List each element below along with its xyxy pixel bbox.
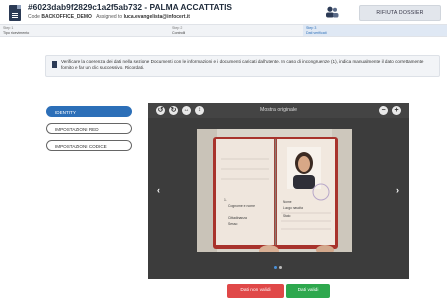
- valid-data-button[interactable]: Dati validi: [286, 284, 330, 298]
- step-2[interactable]: Step 2 Controlli: [172, 25, 292, 37]
- passport-left-line-1: 1.: [224, 198, 227, 202]
- info-alert: Verificare la coerenza dei dati nella se…: [45, 55, 440, 77]
- users-icon[interactable]: [325, 6, 339, 18]
- stepper: Step 1 Tipo ricevimento Step 2 Controlli…: [0, 24, 447, 37]
- step-3[interactable]: Step 3 Dati verificati: [303, 25, 447, 36]
- step-3-number: Step 3: [306, 26, 317, 30]
- tab-impostazioni-codice[interactable]: IMPOSTAZIONI CODICE: [46, 140, 132, 151]
- step-2-title: Controlli: [172, 30, 186, 35]
- next-arrow-icon[interactable]: ›: [396, 185, 399, 195]
- tab-impostazioni-red[interactable]: IMPOSTAZIONI RED: [46, 123, 132, 134]
- step-1-title: Tipo ricevimento: [3, 30, 30, 35]
- previous-arrow-icon[interactable]: ‹: [157, 185, 160, 195]
- page-title: #6023dab9f2829c1a2f5ab732 - PALMA ACCATT…: [28, 2, 233, 12]
- passport-right-line-3: Stato: [283, 214, 291, 218]
- invalid-data-button[interactable]: Dati non validi: [227, 284, 284, 298]
- page-dot-1[interactable]: [274, 266, 277, 269]
- tab-identity[interactable]: IDENTITY: [46, 106, 132, 117]
- step-3-title: Dati verificati: [306, 30, 327, 35]
- viewer-title[interactable]: Mostra originale: [148, 107, 409, 113]
- passport-right-line-2: Luogo nascita: [283, 206, 303, 210]
- code-label: Code: [28, 14, 40, 20]
- passport-image: 1. Cognome e nome Cittadinanza Sesso Nom…: [197, 129, 352, 252]
- reject-dossier-button[interactable]: RIFIUTA DOSSIER: [359, 5, 441, 21]
- code-value: BACKOFFICE_DEMO: [41, 14, 92, 20]
- document-viewer: ↺ ↻ ↔ ↕ Mostra originale − + ‹ › 1. Cogn…: [148, 103, 409, 279]
- passport-left-line-2: Cognome e nome: [228, 204, 255, 208]
- zoom-out-icon[interactable]: −: [379, 106, 388, 115]
- step-2-number: Step 2: [172, 26, 183, 30]
- page-dot-2[interactable]: [279, 266, 282, 269]
- page-subtitle: Code BACKOFFICE_DEMO Assigned to luca.ev…: [28, 14, 190, 20]
- document-photo: 1. Cognome e nome Cittadinanza Sesso Nom…: [197, 129, 352, 252]
- viewer-toolbar: ↺ ↻ ↔ ↕ Mostra originale − +: [148, 103, 409, 118]
- document-icon: [9, 5, 21, 21]
- document-icon: [52, 61, 57, 68]
- alert-text: Verificare la coerenza dei dati nella se…: [61, 59, 424, 71]
- passport-left-line-5: Sesso: [228, 222, 238, 226]
- assigned-value: luca.evangelista@infocert.it: [123, 14, 190, 20]
- passport-right-line-1: Nome: [283, 200, 292, 204]
- assigned-label: Assigned to: [96, 14, 123, 20]
- step-1[interactable]: Step 1 Tipo ricevimento: [3, 25, 143, 37]
- zoom-in-icon[interactable]: +: [392, 106, 401, 115]
- passport-left-line-4: Cittadinanza: [228, 216, 247, 220]
